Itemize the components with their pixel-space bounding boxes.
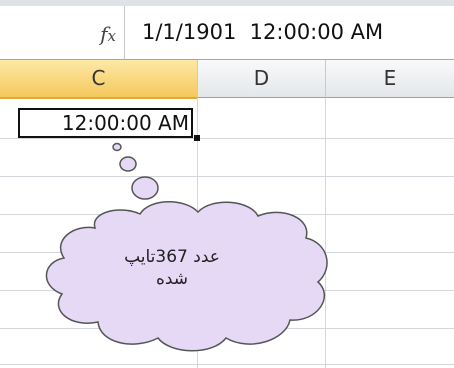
callout-dot-large (131, 176, 159, 200)
callout-line-2: شده (155, 269, 189, 289)
thought-bubble-callout (45, 142, 328, 352)
callout-text: عدد 367تایپ شده (112, 246, 232, 290)
callout-dot-medium (119, 156, 137, 172)
callout-line-1: عدد 367تایپ (124, 247, 220, 267)
callout-dot-small (112, 142, 122, 152)
